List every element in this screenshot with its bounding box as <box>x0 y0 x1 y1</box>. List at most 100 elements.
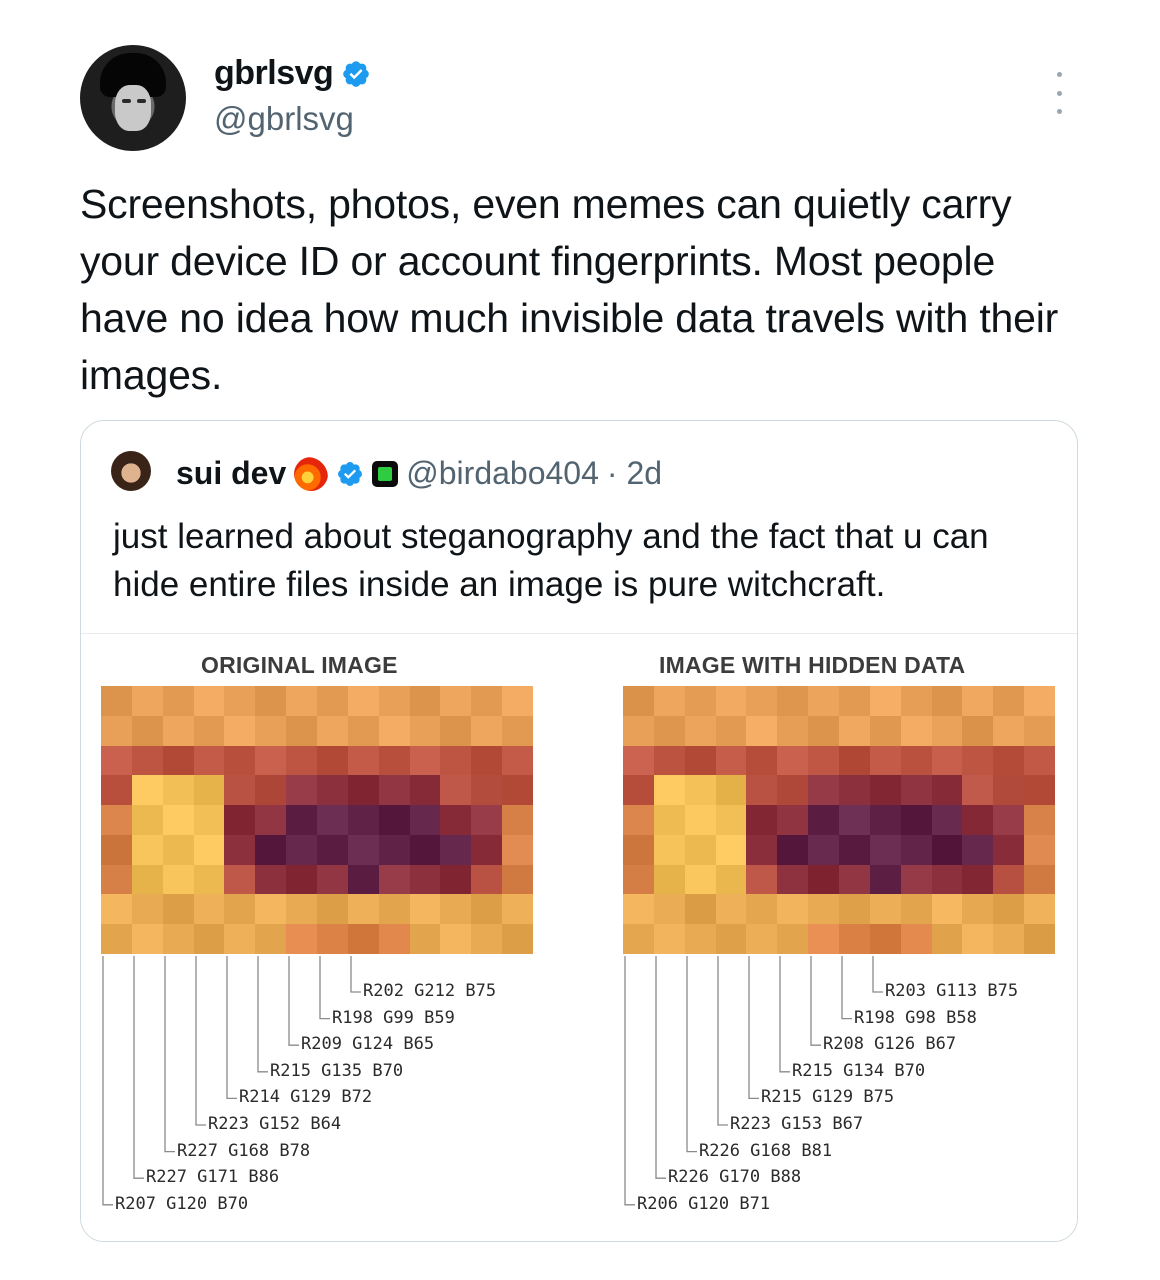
mosaic-pixel <box>440 745 472 776</box>
leader-line <box>319 956 330 1020</box>
mosaic-pixel <box>623 686 654 716</box>
mosaic-pixel <box>502 864 533 895</box>
mosaic-pixel <box>162 686 194 716</box>
more-options-icon[interactable] <box>1044 72 1074 114</box>
mosaic-pixel <box>471 834 503 865</box>
mosaic-pixel <box>962 775 994 806</box>
mosaic-pixel <box>715 894 747 925</box>
mosaic-pixel <box>1024 745 1055 776</box>
mosaic-pixel <box>623 805 654 835</box>
mosaic-pixel <box>931 686 963 716</box>
author-name-text[interactable]: gbrlsvg <box>214 54 334 93</box>
mosaic-pixel <box>378 686 410 716</box>
mosaic-pixel <box>746 745 778 776</box>
mosaic-pixel <box>900 834 932 865</box>
author-avatar[interactable] <box>80 45 186 151</box>
mosaic-pixel <box>777 834 809 865</box>
quoted-tweet-card[interactable]: sui dev @birdabo404 · 2d just learned ab… <box>80 420 1078 1242</box>
mosaic-pixel <box>839 864 870 895</box>
mosaic-pixel <box>193 775 225 806</box>
mosaic-pixel <box>440 834 472 865</box>
pixel-rgb-label: R202 G212 B75 <box>363 981 497 1001</box>
mosaic-pixel <box>623 924 654 954</box>
mosaic-pixel <box>193 745 225 776</box>
mosaic-pixel <box>471 805 503 835</box>
mosaic-pixel <box>1024 805 1055 835</box>
verified-badge-icon <box>343 60 370 87</box>
quoted-tweet-time[interactable]: · 2d <box>607 455 662 492</box>
mosaic-pixel <box>869 924 901 954</box>
author-display-name[interactable]: gbrlsvg <box>214 54 371 93</box>
mosaic-pixel <box>962 924 994 954</box>
mosaic-pixel <box>255 834 287 865</box>
pixel-rgb-label: R203 G113 B75 <box>885 981 1019 1001</box>
mosaic-pixel <box>869 864 901 895</box>
mosaic-pixel <box>684 715 716 746</box>
mosaic-pixel <box>623 775 654 806</box>
mosaic-pixel <box>653 686 685 716</box>
mosaic-pixel <box>131 864 163 895</box>
mosaic-pixel <box>347 715 379 746</box>
mosaic-pixel <box>224 924 256 954</box>
mosaic-pixel <box>684 864 716 895</box>
mosaic-pixel <box>347 834 379 865</box>
quoted-author-name[interactable]: sui dev <box>176 455 286 492</box>
mosaic-pixel <box>808 805 839 835</box>
mosaic-pixel <box>653 805 685 835</box>
mosaic-pixel <box>255 775 287 806</box>
mosaic-pixel <box>746 834 778 865</box>
mosaic-pixel <box>286 924 317 954</box>
mosaic-pixel <box>224 715 256 746</box>
mosaic-pixel <box>286 775 317 806</box>
leader-line <box>810 956 821 1046</box>
mosaic-pixel <box>746 715 778 746</box>
mosaic-pixel <box>502 924 533 954</box>
hidden-data-image-title: IMAGE WITH HIDDEN DATA <box>659 652 966 678</box>
mosaic-pixel <box>378 894 410 925</box>
mosaic-pixel <box>931 805 963 835</box>
mosaic-pixel <box>746 775 778 806</box>
mosaic-pixel <box>931 715 963 746</box>
pixel-rgb-label: R215 G129 B75 <box>761 1087 895 1108</box>
leader-line <box>350 956 361 993</box>
mosaic-pixel <box>502 715 533 746</box>
mosaic-pixel <box>931 924 963 954</box>
mosaic-pixel <box>808 924 839 954</box>
mosaic-pixel <box>224 686 256 716</box>
mosaic-pixel <box>993 686 1025 716</box>
mosaic-pixel <box>653 834 685 865</box>
mosaic-pixel <box>101 864 132 895</box>
mosaic-pixel <box>962 745 994 776</box>
mosaic-pixel <box>993 715 1025 746</box>
mosaic-pixel <box>440 924 472 954</box>
pixel-rgb-label: R198 G98 B58 <box>854 1007 977 1028</box>
mosaic-pixel <box>962 686 994 716</box>
steganography-figure[interactable]: ORIGINAL IMAGE IMAGE WITH HIDDEN DATA R2… <box>81 633 1077 1241</box>
author-handle[interactable]: @gbrlsvg <box>214 100 354 138</box>
mosaic-pixel <box>255 686 287 716</box>
mosaic-pixel <box>746 686 778 716</box>
mosaic-pixel <box>869 894 901 925</box>
mosaic-pixel <box>286 894 317 925</box>
mosaic-pixel <box>684 775 716 806</box>
mosaic-pixel <box>131 894 163 925</box>
mosaic-pixel <box>623 715 654 746</box>
quoted-author-handle[interactable]: @birdabo404 <box>406 455 599 492</box>
mosaic-pixel <box>777 715 809 746</box>
mosaic-pixel <box>623 864 654 895</box>
mosaic-pixel <box>317 924 348 954</box>
mosaic-pixel <box>131 745 163 776</box>
mosaic-pixel <box>193 894 225 925</box>
mosaic-pixel <box>440 775 472 806</box>
mosaic-pixel <box>808 775 839 806</box>
mosaic-pixel <box>839 745 870 776</box>
mosaic-pixel <box>409 745 441 776</box>
quoted-author-avatar[interactable] <box>111 451 151 491</box>
pixel-rgb-label: R206 G120 B71 <box>637 1193 771 1214</box>
mosaic-pixel <box>715 686 747 716</box>
mosaic-pixel <box>684 894 716 925</box>
mosaic-pixel <box>869 775 901 806</box>
mosaic-pixel <box>255 894 287 925</box>
mosaic-pixel <box>869 745 901 776</box>
mosaic-pixel <box>808 745 839 776</box>
